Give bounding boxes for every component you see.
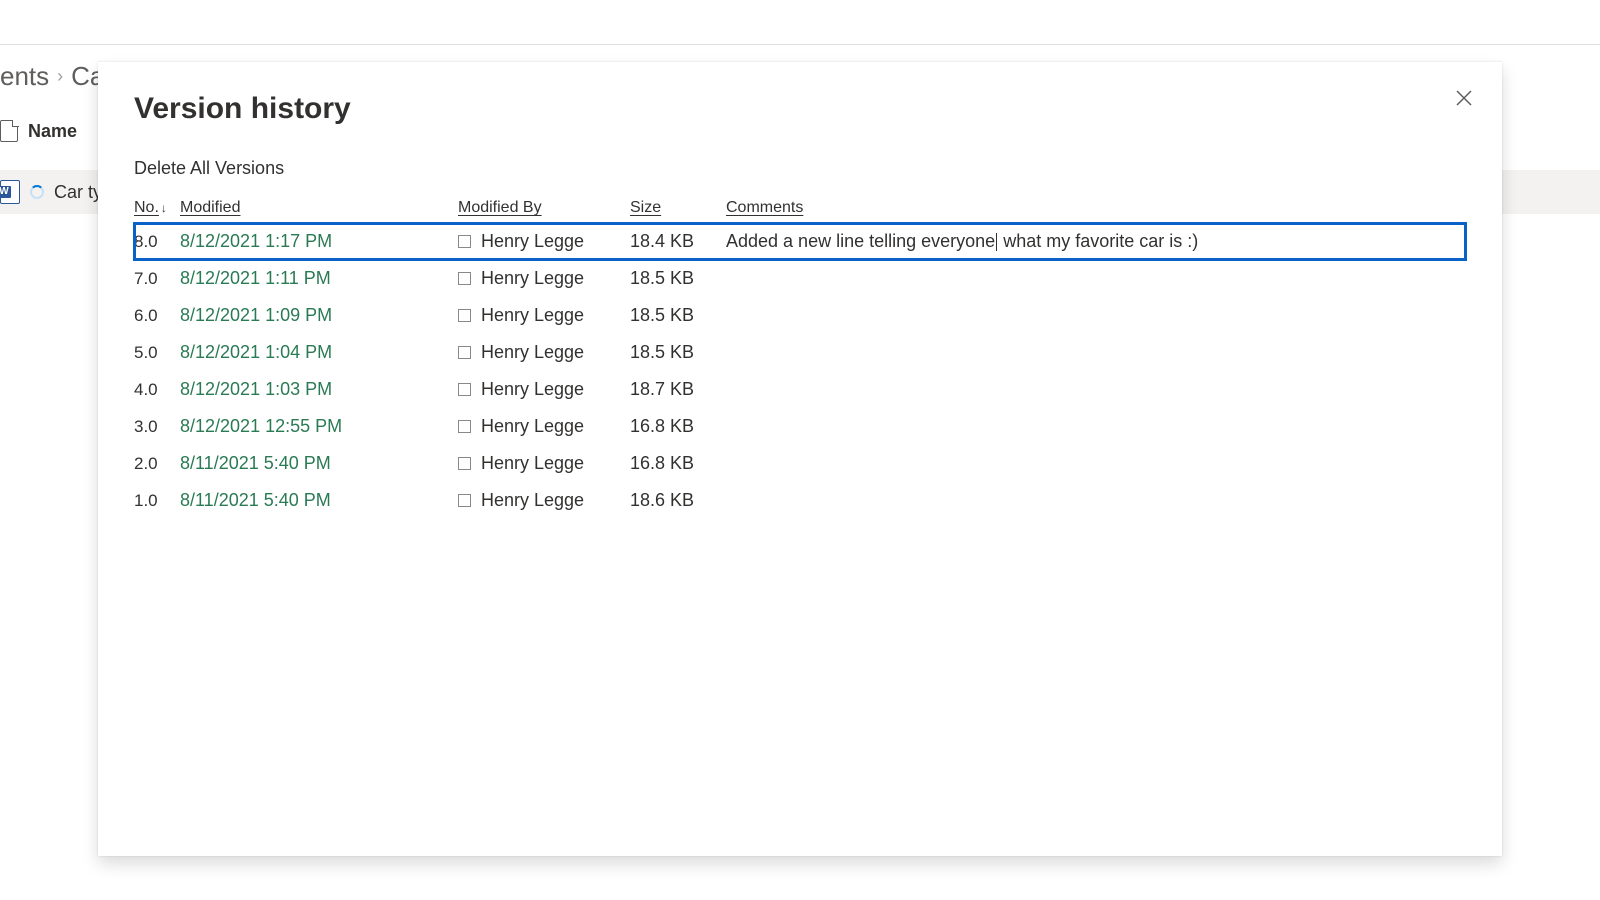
version-size: 18.7 KB <box>630 379 726 400</box>
close-button[interactable] <box>1450 84 1478 112</box>
col-header-comments[interactable]: Comments <box>726 199 1466 217</box>
modified-by: Henry Legge <box>458 490 630 511</box>
presence-icon <box>458 235 471 248</box>
modified-date[interactable]: 8/12/2021 12:55 PM <box>180 416 458 437</box>
name-column-label: Name <box>28 121 77 142</box>
col-header-no[interactable]: No.↓ <box>134 199 180 217</box>
modified-by: Henry Legge <box>458 342 630 363</box>
table-row[interactable]: 8.08/12/2021 1:17 PMHenry Legge18.4 KBAd… <box>134 223 1466 260</box>
version-size: 18.5 KB <box>630 268 726 289</box>
version-number: 4.0 <box>134 380 180 400</box>
modified-date[interactable]: 8/12/2021 1:04 PM <box>180 342 458 363</box>
sort-desc-icon: ↓ <box>161 201 167 215</box>
version-number: 1.0 <box>134 491 180 511</box>
loading-spinner-icon <box>30 185 44 199</box>
presence-icon <box>458 346 471 359</box>
version-history-dialog: Version history Delete All Versions No.↓… <box>98 62 1502 856</box>
close-icon <box>1456 90 1472 106</box>
modified-date[interactable]: 8/11/2021 5:40 PM <box>180 490 458 511</box>
presence-icon <box>458 272 471 285</box>
presence-icon <box>458 420 471 433</box>
version-size: 16.8 KB <box>630 453 726 474</box>
table-row[interactable]: 5.08/12/2021 1:04 PMHenry Legge18.5 KB <box>134 334 1466 371</box>
modified-by: Henry Legge <box>458 453 630 474</box>
word-doc-icon <box>0 180 20 204</box>
col-header-modified-by[interactable]: Modified By <box>458 199 630 217</box>
modified-date[interactable]: 8/12/2021 1:03 PM <box>180 379 458 400</box>
divider <box>0 44 1600 45</box>
modified-by: Henry Legge <box>458 379 630 400</box>
file-icon <box>0 120 18 142</box>
table-row[interactable]: 6.08/12/2021 1:09 PMHenry Legge18.5 KB <box>134 297 1466 334</box>
version-size: 18.4 KB <box>630 231 726 252</box>
modified-date[interactable]: 8/12/2021 1:11 PM <box>180 268 458 289</box>
version-number: 2.0 <box>134 454 180 474</box>
presence-icon <box>458 383 471 396</box>
table-row[interactable]: 1.08/11/2021 5:40 PMHenry Legge18.6 KB <box>134 482 1466 519</box>
modified-date[interactable]: 8/12/2021 1:09 PM <box>180 305 458 326</box>
modified-by: Henry Legge <box>458 231 630 252</box>
modified-date[interactable]: 8/12/2021 1:17 PM <box>180 231 458 252</box>
table-row[interactable]: 4.08/12/2021 1:03 PMHenry Legge18.7 KB <box>134 371 1466 408</box>
version-number: 8.0 <box>134 232 180 252</box>
version-number: 5.0 <box>134 343 180 363</box>
table-row[interactable]: 3.08/12/2021 12:55 PMHenry Legge16.8 KB <box>134 408 1466 445</box>
modified-by: Henry Legge <box>458 305 630 326</box>
version-number: 6.0 <box>134 306 180 326</box>
delete-all-versions-link[interactable]: Delete All Versions <box>134 158 284 179</box>
col-header-modified[interactable]: Modified <box>180 199 458 217</box>
versions-table: No.↓ Modified Modified By Size Comments … <box>134 199 1466 519</box>
breadcrumb-parent[interactable]: ents <box>0 61 49 92</box>
version-number: 3.0 <box>134 417 180 437</box>
modified-by: Henry Legge <box>458 268 630 289</box>
presence-icon <box>458 494 471 507</box>
presence-icon <box>458 457 471 470</box>
table-header-row: No.↓ Modified Modified By Size Comments <box>134 199 1466 221</box>
table-row[interactable]: 2.08/11/2021 5:40 PMHenry Legge16.8 KB <box>134 445 1466 482</box>
presence-icon <box>458 309 471 322</box>
modified-by: Henry Legge <box>458 416 630 437</box>
version-number: 7.0 <box>134 269 180 289</box>
version-size: 18.5 KB <box>630 305 726 326</box>
col-header-size[interactable]: Size <box>630 199 726 217</box>
chevron-right-icon: › <box>57 66 63 87</box>
version-size: 18.6 KB <box>630 490 726 511</box>
version-comments: Added a new line telling everyone what m… <box>726 231 1466 252</box>
version-size: 18.5 KB <box>630 342 726 363</box>
dialog-title: Version history <box>134 92 1466 126</box>
modified-date[interactable]: 8/11/2021 5:40 PM <box>180 453 458 474</box>
version-size: 16.8 KB <box>630 416 726 437</box>
table-row[interactable]: 7.08/12/2021 1:11 PMHenry Legge18.5 KB <box>134 260 1466 297</box>
